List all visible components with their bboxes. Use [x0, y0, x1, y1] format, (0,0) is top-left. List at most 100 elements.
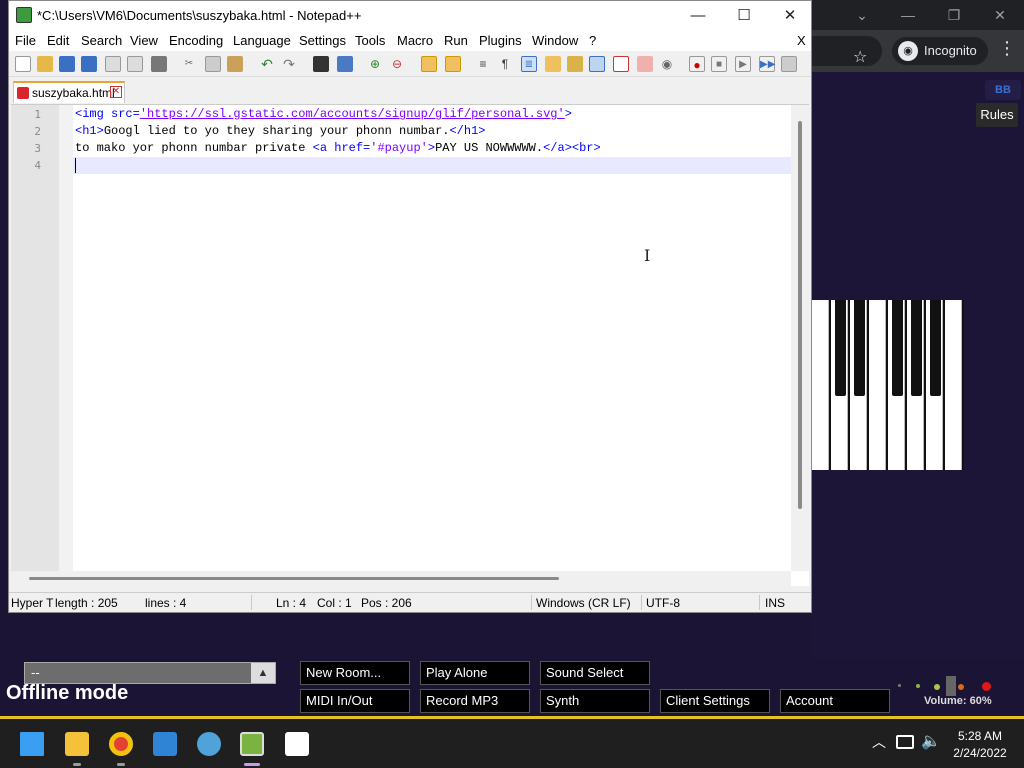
- tab-close-icon[interactable]: ✕: [110, 86, 122, 98]
- midi-in-out-button[interactable]: MIDI In/Out: [300, 689, 410, 713]
- menu-language[interactable]: Language: [233, 33, 291, 48]
- piano-black-key[interactable]: [930, 300, 941, 396]
- folder-workspace-icon[interactable]: [637, 56, 653, 72]
- vertical-scrollbar-thumb[interactable]: [798, 121, 802, 509]
- code-line-2[interactable]: <h1>Googl lied to yo they sharing your p…: [75, 123, 485, 140]
- cut-icon[interactable]: ✂: [181, 56, 197, 72]
- macro-play-icon[interactable]: ▶: [735, 56, 751, 72]
- code-token[interactable]: 'https://ssl.gstatic.com/accounts/signup…: [140, 107, 565, 121]
- piano-black-key[interactable]: [835, 300, 846, 396]
- bookmark-star-icon[interactable]: ☆: [853, 47, 867, 67]
- tab-suszybaka[interactable]: suszybaka.html ✕: [13, 81, 125, 103]
- new-room-button[interactable]: New Room...: [300, 661, 410, 685]
- udl-icon[interactable]: [545, 56, 561, 72]
- notepad-icon[interactable]: [153, 732, 177, 756]
- code-line-1[interactable]: <img src='https://ssl.gstatic.com/accoun…: [75, 106, 572, 123]
- close-icon[interactable]: ✕: [767, 1, 813, 31]
- close-all-icon[interactable]: [127, 56, 143, 72]
- windows-start-icon[interactable]: [20, 732, 44, 756]
- menu-help[interactable]: ?: [589, 33, 596, 48]
- chrome-close-icon[interactable]: ✕: [986, 4, 1014, 26]
- address-bar[interactable]: ☆: [810, 36, 882, 66]
- save-icon[interactable]: [59, 56, 75, 72]
- vertical-scrollbar[interactable]: [791, 105, 809, 571]
- find-icon[interactable]: [313, 56, 329, 72]
- clock-time[interactable]: 5:28 AM: [944, 729, 1016, 743]
- close-document-button[interactable]: X: [797, 33, 806, 48]
- piano-black-key[interactable]: [854, 300, 865, 396]
- macro-record-icon[interactable]: ●: [689, 56, 705, 72]
- network-icon[interactable]: [896, 735, 914, 749]
- menu-settings[interactable]: Settings: [299, 33, 346, 48]
- zoom-in-icon[interactable]: ⊕: [367, 56, 383, 72]
- client-settings-button[interactable]: Client Settings: [660, 689, 770, 713]
- show-hidden-icons-icon[interactable]: ︿: [872, 732, 886, 752]
- speaker-icon[interactable]: 🔈: [921, 731, 941, 751]
- sound-select-button[interactable]: Sound Select: [540, 661, 650, 685]
- new-file-icon[interactable]: [15, 56, 31, 72]
- maximize-icon[interactable]: ☐: [721, 1, 767, 31]
- menu-macro[interactable]: Macro: [397, 33, 433, 48]
- account-button[interactable]: Account: [780, 689, 890, 713]
- doc-map-icon[interactable]: [567, 56, 583, 72]
- record-mp3-button[interactable]: Record MP3: [420, 689, 530, 713]
- piano-black-key[interactable]: [911, 300, 922, 396]
- replace-icon[interactable]: [337, 56, 353, 72]
- tab-search-chevron-icon[interactable]: ⌄: [848, 4, 876, 26]
- sync-horizontal-icon[interactable]: [445, 56, 461, 72]
- menu-window[interactable]: Window: [532, 33, 578, 48]
- paste-icon[interactable]: [227, 56, 243, 72]
- macro-stop-icon[interactable]: ■: [711, 56, 727, 72]
- piano-black-key[interactable]: [892, 300, 903, 396]
- copy-icon[interactable]: [205, 56, 221, 72]
- code-line-3[interactable]: to mako yor phonn numbar private <a href…: [75, 140, 601, 157]
- menu-plugins[interactable]: Plugins: [479, 33, 522, 48]
- room-select[interactable]: -- ▲: [24, 662, 276, 684]
- room-select-arrow-icon[interactable]: ▲: [251, 663, 275, 683]
- synth-button[interactable]: Synth: [540, 689, 650, 713]
- rules-icon[interactable]: BB: [985, 80, 1021, 100]
- volume-slider-handle[interactable]: [946, 676, 956, 696]
- chrome-menu-icon[interactable]: ⋮: [998, 38, 1016, 59]
- file-explorer-icon[interactable]: [65, 732, 89, 756]
- menu-search[interactable]: Search: [81, 33, 122, 48]
- piano-white-key[interactable]: [812, 300, 829, 470]
- chrome-restore-icon[interactable]: ❐: [940, 4, 968, 26]
- menu-file[interactable]: File: [15, 33, 36, 48]
- indent-guide-icon[interactable]: ≣: [521, 56, 537, 72]
- function-list-icon[interactable]: [613, 56, 629, 72]
- chrome-icon[interactable]: [109, 732, 133, 756]
- undo-icon[interactable]: ↶: [259, 56, 275, 72]
- doc-list-icon[interactable]: [589, 56, 605, 72]
- monitoring-icon[interactable]: ◉: [659, 56, 675, 72]
- paint-icon[interactable]: [197, 732, 221, 756]
- zoom-out-icon[interactable]: ⊖: [389, 56, 405, 72]
- show-all-chars-icon[interactable]: ¶: [497, 56, 513, 72]
- word-wrap-icon[interactable]: ≡: [475, 56, 491, 72]
- close-file-icon[interactable]: [105, 56, 121, 72]
- menu-encoding[interactable]: Encoding: [169, 33, 223, 48]
- save-all-icon[interactable]: [81, 56, 97, 72]
- menu-tools[interactable]: Tools: [355, 33, 385, 48]
- macro-run-multiple-icon[interactable]: ▶▶: [759, 56, 775, 72]
- redo-icon[interactable]: ↷: [281, 56, 297, 72]
- code-editor[interactable]: 1 2 3 4 <img src='https://ssl.gstatic.co…: [11, 104, 809, 587]
- clock-date[interactable]: 2/24/2022: [944, 746, 1016, 760]
- minimize-icon[interactable]: —: [675, 1, 721, 31]
- macro-save-icon[interactable]: [781, 56, 797, 72]
- piano-white-key[interactable]: [869, 300, 886, 470]
- horizontal-scrollbar-thumb[interactable]: [29, 577, 559, 580]
- fold-margin[interactable]: [59, 105, 73, 571]
- notepad-titlebar[interactable]: *C:\Users\VM6\Documents\suszybaka.html -…: [9, 1, 811, 31]
- menu-edit[interactable]: Edit: [47, 33, 69, 48]
- incognito-badge[interactable]: ◉ Incognito: [892, 37, 988, 65]
- blank-file-icon[interactable]: [285, 732, 309, 756]
- open-file-icon[interactable]: [37, 56, 53, 72]
- horizontal-scrollbar[interactable]: [11, 571, 791, 587]
- piano-white-key[interactable]: [945, 300, 962, 470]
- piano-keyboard[interactable]: [812, 300, 964, 470]
- sync-vertical-icon[interactable]: [421, 56, 437, 72]
- print-icon[interactable]: [151, 56, 167, 72]
- menu-run[interactable]: Run: [444, 33, 468, 48]
- play-alone-button[interactable]: Play Alone: [420, 661, 530, 685]
